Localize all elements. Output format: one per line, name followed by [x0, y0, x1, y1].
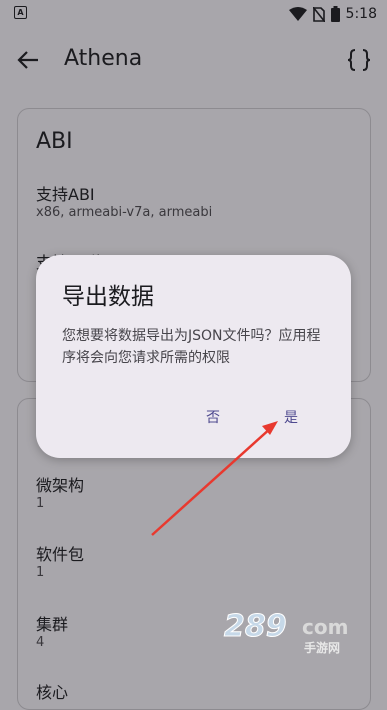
dialog-message: 您想要将数据导出为JSON文件吗？应用程序将会向您请求所需的权限	[62, 328, 321, 366]
confirm-button[interactable]: 是	[284, 407, 298, 427]
dialog-title: 导出数据	[62, 284, 154, 310]
watermark-main: 289	[224, 609, 287, 644]
watermark-suffix: com	[302, 615, 348, 639]
cancel-button[interactable]: 否	[206, 407, 220, 427]
export-data-dialog: 导出数据 您想要将数据导出为JSON文件吗？应用程序将会向您请求所需的权限 否 …	[36, 255, 351, 458]
watermark-sub: 手游网	[304, 640, 340, 655]
watermark-logo: 289 com 手游网	[222, 604, 372, 658]
